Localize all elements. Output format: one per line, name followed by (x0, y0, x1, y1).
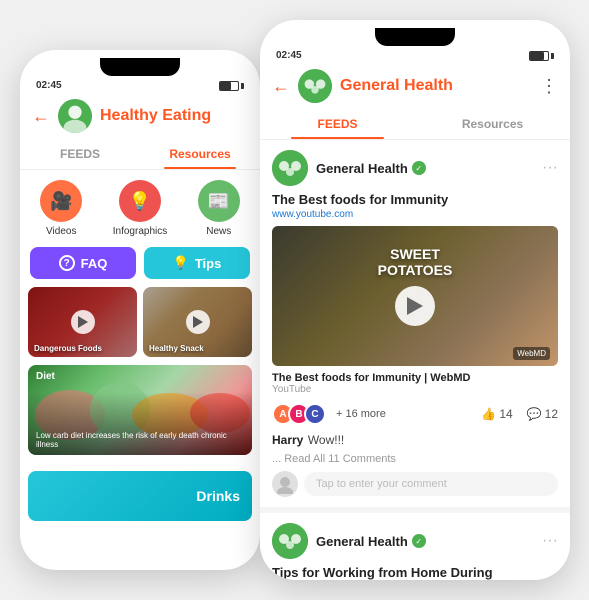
video-bg-1: SWEETPOTATOES WebMD (272, 226, 558, 366)
status-bar-back: 02:45 (20, 76, 260, 93)
verified-badge-1: ✓ (412, 161, 426, 175)
post-title-2: Tips for Working from Home During Quaran… (272, 565, 558, 580)
post-avatar-2 (272, 523, 308, 559)
category-row-back: 🎥 Videos 💡 Infographics 📰 News (20, 170, 260, 247)
video-label-2: Healthy Snack (149, 344, 204, 353)
diet-desc: Low carb diet increases the risk of earl… (36, 431, 244, 449)
reactions-more-count[interactable]: + 16 more (336, 408, 386, 420)
back-arrow-back[interactable]: ← (32, 106, 50, 127)
cat-videos-label: Videos (46, 226, 76, 237)
webmd-watermark: WebMD (513, 347, 550, 360)
video-source-1: YouTube (272, 384, 558, 395)
avatars-stack: A B C (272, 403, 326, 425)
videos-icon: 🎥 (40, 180, 82, 222)
app-header-back: ← Healthy Eating (20, 93, 260, 139)
faq-icon: ? (59, 255, 75, 271)
post-header-2: General Health ✓ ··· (272, 523, 558, 559)
notch-back (100, 58, 180, 76)
status-time-back: 02:45 (36, 80, 62, 91)
post-title-1: The Best foods for Immunity (272, 192, 558, 207)
drinks-label: Drinks (196, 488, 240, 504)
phone-front: 02:45 ← General Health ⋮ FEEDS Resources (260, 20, 570, 580)
post-author-2: General Health (316, 534, 408, 549)
cat-infographics[interactable]: 💡 Infographics (113, 180, 167, 237)
post-header-1: General Health ✓ ··· (272, 150, 558, 186)
app-title-back: Healthy Eating (100, 107, 248, 125)
video-play-big-1[interactable] (395, 286, 435, 326)
play-btn-2[interactable] (186, 310, 210, 334)
like-btn-1[interactable]: 👍 14 (481, 407, 512, 421)
avatar-front (298, 69, 332, 103)
status-bar-front: 02:45 (260, 46, 570, 63)
battery-back (219, 81, 244, 91)
sweet-potatoes-text: SWEETPOTATOES (378, 246, 453, 278)
play-btn-1[interactable] (71, 310, 95, 334)
infographics-icon: 💡 (119, 180, 161, 222)
tips-label: Tips (195, 256, 222, 271)
diet-overlay: Diet Low carb diet increases the risk of… (28, 365, 252, 455)
like-icon: 👍 (481, 407, 496, 421)
comment-user-avatar (272, 471, 298, 497)
post-author-1: General Health (316, 161, 408, 176)
post-more-2[interactable]: ··· (542, 532, 558, 550)
verified-badge-2: ✓ (412, 534, 426, 548)
app-header-front: ← General Health ⋮ (260, 63, 570, 109)
action-row-back: ? FAQ 💡 Tips (20, 247, 260, 287)
cat-news[interactable]: 📰 News (198, 180, 240, 237)
more-dots-front[interactable]: ⋮ (540, 76, 558, 97)
news-icon: 📰 (198, 180, 240, 222)
comment-row-1: Harry Wow!!! (272, 431, 558, 449)
back-arrow-front[interactable]: ← (272, 76, 290, 97)
drinks-card[interactable]: Drinks (28, 471, 252, 521)
post-name-row-1: General Health ✓ (316, 161, 534, 176)
tab-resources-front[interactable]: Resources (415, 109, 570, 139)
cat-news-label: News (206, 226, 231, 237)
mini-avatar-3: C (304, 403, 326, 425)
video-caption-1: The Best foods for Immunity | WebMD (272, 372, 558, 384)
faq-label: FAQ (81, 256, 108, 271)
comment-input[interactable]: Tap to enter your comment (304, 472, 558, 496)
tips-button[interactable]: 💡 Tips (144, 247, 250, 279)
read-all-link[interactable]: ... Read All 11 Comments (272, 453, 558, 465)
video-preview-1[interactable]: SWEETPOTATOES WebMD (272, 226, 558, 366)
tab-feeds-back[interactable]: FEEDS (20, 139, 140, 169)
video-label-1: Dangerous Foods (34, 344, 102, 353)
cat-videos[interactable]: 🎥 Videos (40, 180, 82, 237)
notch-front (375, 28, 455, 46)
post-more-1[interactable]: ··· (542, 159, 558, 177)
video-card-dangerous[interactable]: Dangerous Foods (28, 287, 137, 357)
comment-wow: Wow!!! (308, 433, 344, 447)
battery-front (529, 51, 554, 61)
post-link-1[interactable]: www.youtube.com (272, 209, 558, 220)
phone-back: 02:45 ← Healthy Eating FEEDS Resources 🎥… (20, 50, 260, 570)
post-avatar-1 (272, 150, 308, 186)
tab-bar-back: FEEDS Resources (20, 139, 260, 170)
comment-input-row: Tap to enter your comment (272, 471, 558, 497)
tab-bar-front: FEEDS Resources (260, 109, 570, 140)
avatar-back (58, 99, 92, 133)
feed-post-1: General Health ✓ ··· The Best foods for … (260, 140, 570, 513)
commenter-name-1: Harry (272, 433, 303, 447)
app-title-front: General Health (340, 77, 532, 95)
diet-title: Diet (36, 371, 55, 382)
faq-button[interactable]: ? FAQ (30, 247, 136, 279)
comment-btn-1[interactable]: 💬 12 (527, 407, 558, 421)
comment-count: 12 (545, 407, 558, 421)
status-time-front: 02:45 (276, 50, 302, 61)
post-name-row-2: General Health ✓ (316, 534, 534, 549)
feed-post-2: General Health ✓ ··· Tips for Working fr… (260, 513, 570, 580)
tab-resources-back[interactable]: Resources (140, 139, 260, 169)
like-count: 14 (499, 407, 512, 421)
diet-card[interactable]: Diet Low carb diet increases the risk of… (28, 365, 252, 455)
tab-feeds-front[interactable]: FEEDS (260, 109, 415, 139)
comment-icon: 💬 (527, 407, 542, 421)
video-card-healthy[interactable]: Healthy Snack (143, 287, 252, 357)
video-row-back: Dangerous Foods Healthy Snack (20, 287, 260, 365)
reactions-row-1: A B C + 16 more 👍 14 💬 12 (272, 403, 558, 425)
cat-infographics-label: Infographics (113, 226, 167, 237)
tips-icon: 💡 (173, 255, 189, 271)
